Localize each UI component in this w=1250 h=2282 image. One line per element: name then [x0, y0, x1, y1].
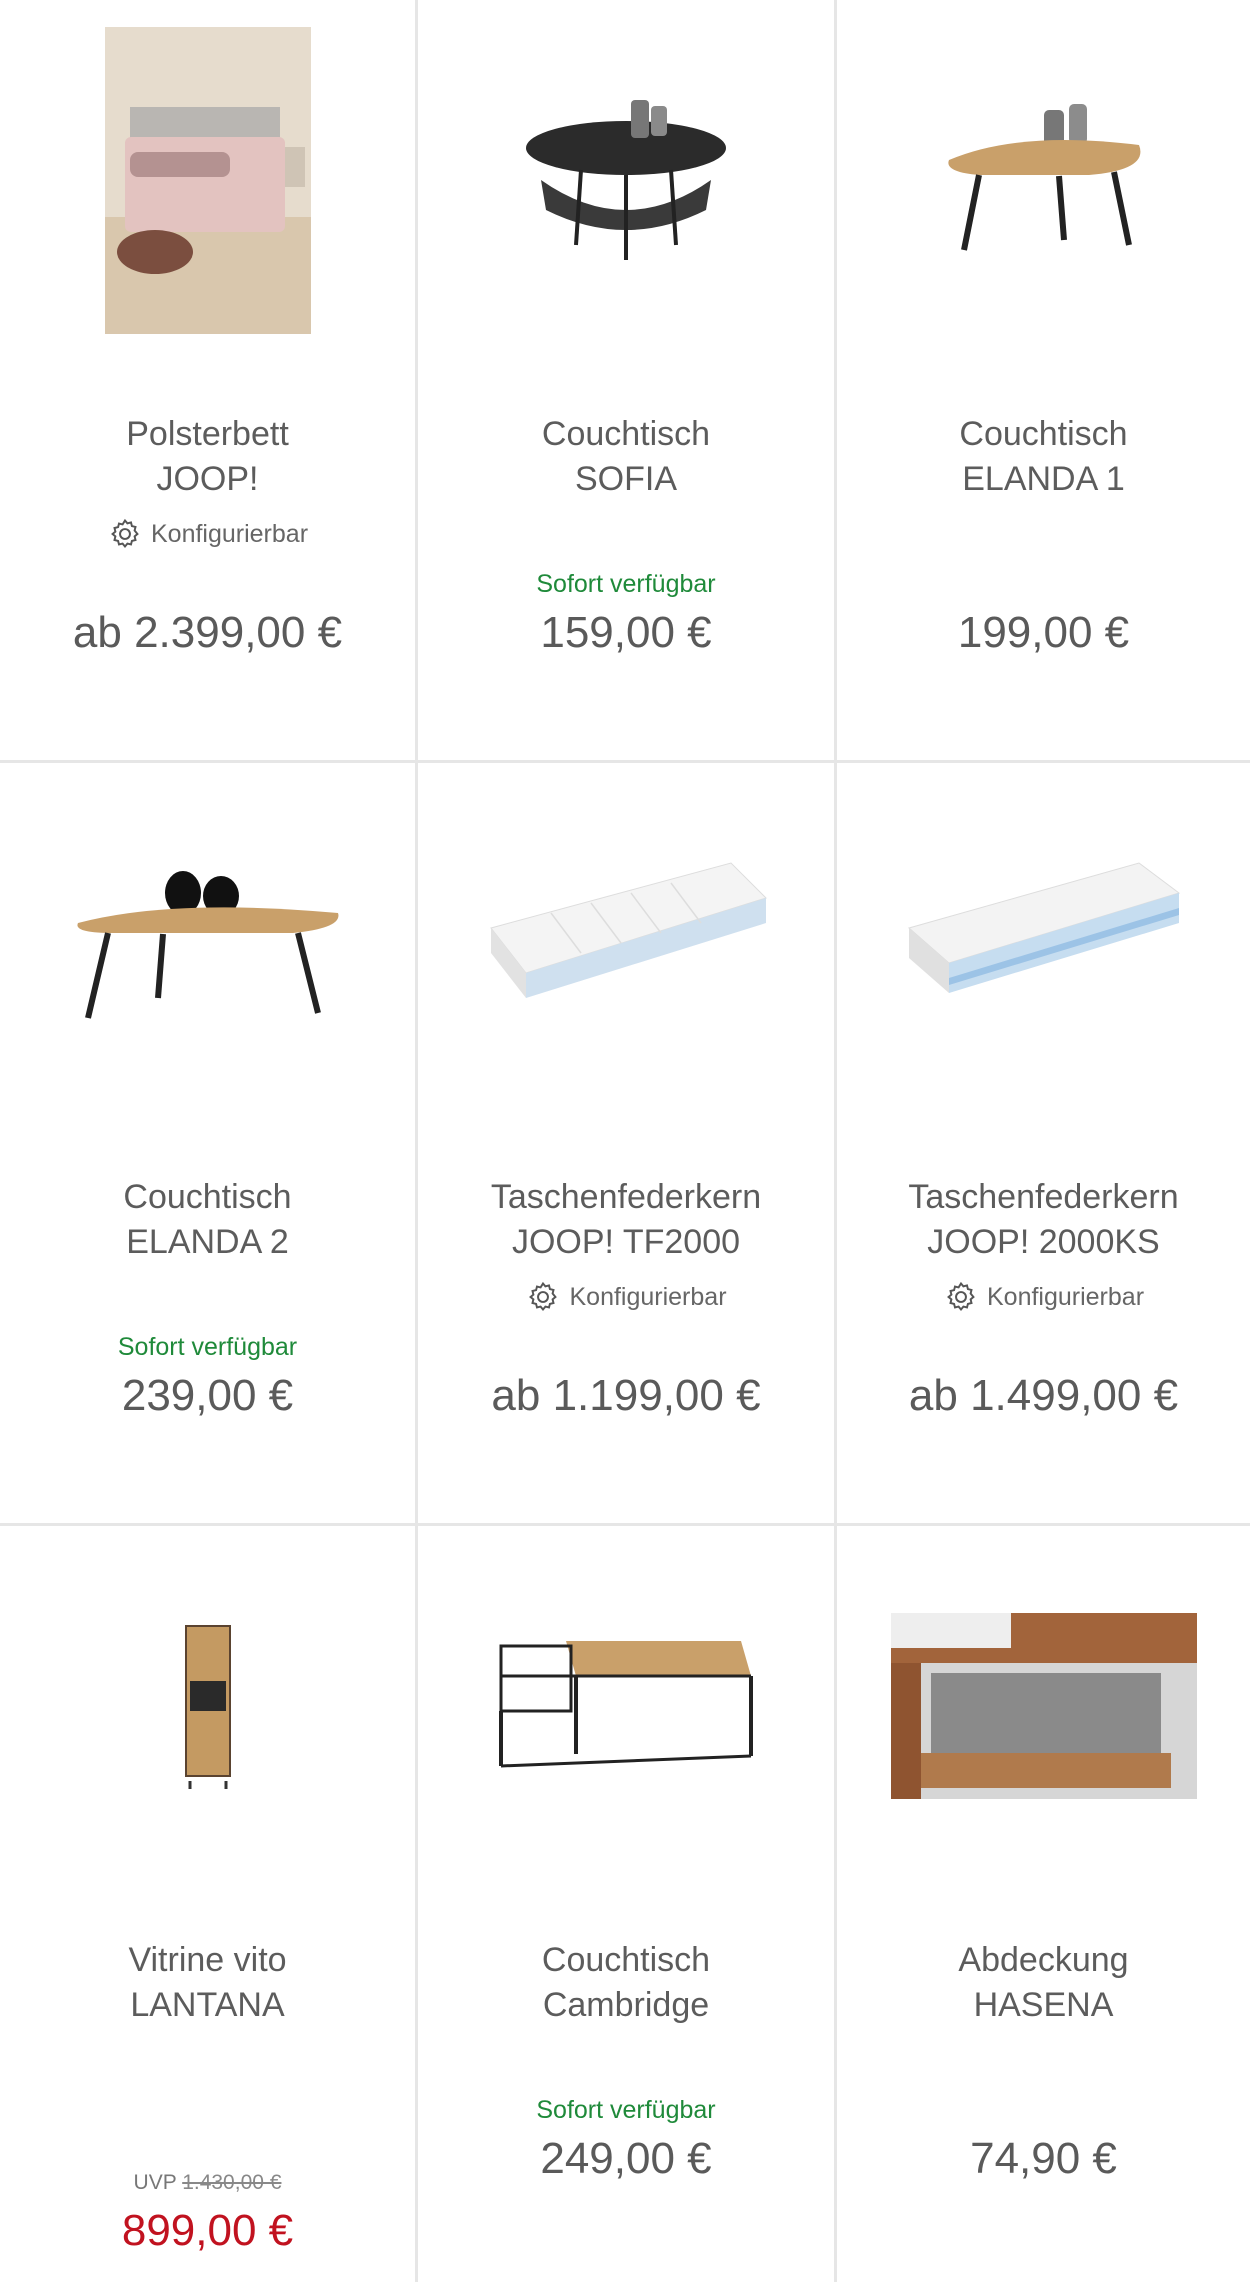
product-price: 239,00 € — [121, 1371, 294, 1420]
product-card[interactable]: Couchtisch Cambridge Sofort verfügbar 24… — [418, 1526, 837, 2282]
product-card[interactable]: Abdeckung HASENA 74,90 € — [837, 1526, 1250, 2282]
product-image[interactable] — [418, 763, 834, 1123]
product-card[interactable]: Vitrine vito LANTANA UVP 1.430,00 € 899,… — [0, 1526, 418, 2282]
oval-coffee-table-photo — [947, 104, 1140, 251]
product-card[interactable]: Couchtisch ELANDA 2 Sofort verfügbar 239… — [0, 763, 418, 1526]
product-name[interactable]: Taschenfederkern JOOP! 2000KS — [837, 1175, 1250, 1265]
product-price: ab 1.199,00 € — [491, 1371, 761, 1420]
configurable-badge: Konfigurierbar — [837, 1279, 1250, 1315]
availability-label: Sofort verfügbar — [117, 1333, 298, 1361]
gear-icon — [529, 1281, 558, 1311]
product-price: 249,00 € — [540, 2134, 712, 2183]
product-image[interactable] — [0, 0, 415, 360]
product-card[interactable]: Taschenfederkern JOOP! 2000KS Konfigurie… — [837, 763, 1250, 1526]
product-name[interactable]: Couchtisch ELANDA 2 — [0, 1175, 415, 1265]
product-price: 74,90 € — [970, 2134, 1117, 2183]
product-price: 199,00 € — [957, 608, 1130, 657]
configurable-badge: Konfigurierbar — [418, 1279, 834, 1315]
mattress-photo — [907, 862, 1180, 993]
gear-icon — [947, 1281, 975, 1311]
product-card[interactable]: Couchtisch SOFIA Sofort verfügbar 159,00… — [418, 0, 837, 763]
product-image[interactable] — [837, 0, 1250, 360]
gear-icon — [111, 518, 139, 548]
round-coffee-table-photo — [526, 100, 726, 260]
product-price: 159,00 € — [540, 608, 712, 657]
product-card[interactable]: Polsterbett JOOP! Konfigurierbar ab 2.39… — [0, 0, 418, 763]
product-image[interactable] — [837, 1526, 1250, 1886]
availability-label: Sofort verfügbar — [536, 570, 716, 598]
mattress-photo — [490, 862, 767, 998]
product-name[interactable]: Couchtisch SOFIA — [418, 412, 834, 502]
product-card[interactable]: Couchtisch ELANDA 1 199,00 € — [837, 0, 1250, 763]
product-name[interactable]: Polsterbett JOOP! — [0, 412, 415, 502]
uvp-price: UVP 1.430,00 € — [133, 2171, 282, 2194]
cabinet-photo — [184, 1625, 231, 1789]
product-price: ab 2.399,00 € — [72, 608, 343, 657]
product-image[interactable] — [0, 763, 415, 1123]
bed-drawer-photo — [890, 1613, 1197, 1799]
product-name[interactable]: Couchtisch Cambridge — [418, 1938, 834, 2028]
bed-photo — [104, 26, 311, 334]
product-name[interactable]: Taschenfederkern JOOP! TF2000 — [418, 1175, 834, 1265]
product-name[interactable]: Couchtisch ELANDA 1 — [837, 412, 1250, 502]
product-image[interactable] — [418, 1526, 834, 1886]
product-price: ab 1.499,00 € — [908, 1371, 1179, 1420]
product-image[interactable] — [837, 763, 1250, 1123]
product-name[interactable]: Vitrine vito LANTANA — [0, 1938, 415, 2028]
rectangular-coffee-table-photo — [499, 1641, 753, 1768]
availability-label: Sofort verfügbar — [536, 2096, 716, 2124]
oval-coffee-table-photo — [76, 871, 338, 1019]
product-grid: Polsterbett JOOP! Konfigurierbar ab 2.39… — [0, 0, 1250, 2282]
configurable-badge: Konfigurierbar — [0, 516, 415, 552]
product-image[interactable] — [0, 1526, 415, 1886]
sale-price: 899,00 € — [121, 2206, 294, 2255]
product-card[interactable]: Taschenfederkern JOOP! TF2000 Konfigurie… — [418, 763, 837, 1526]
product-image[interactable] — [418, 0, 834, 360]
product-name[interactable]: Abdeckung HASENA — [837, 1938, 1250, 2028]
